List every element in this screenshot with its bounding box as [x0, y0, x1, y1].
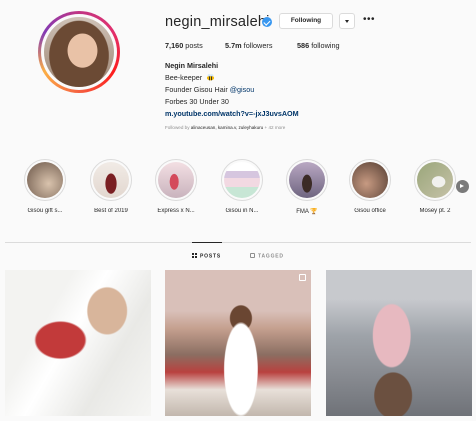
profile-avatar-ring[interactable]	[38, 11, 120, 93]
highlight-cover	[158, 162, 194, 198]
highlight-label: Gisou in N...	[225, 208, 259, 214]
more-options-icon[interactable]: •••	[363, 13, 375, 27]
stat-posts-label: posts	[185, 41, 203, 50]
profile-avatar[interactable]	[44, 17, 114, 87]
highlight-label: Mosey pt. 2	[419, 208, 451, 214]
highlight-label: Express x N...	[157, 208, 195, 214]
stat-following-count: 586	[297, 41, 310, 50]
stat-followers-label: followers	[243, 41, 273, 50]
highlight-cover-ring	[90, 159, 132, 201]
highlight-label: Gisou office	[354, 208, 386, 214]
highlight-cover-ring	[414, 159, 456, 201]
stat-posts-count: 7,160	[165, 41, 184, 50]
highlight-cover-ring	[221, 159, 263, 201]
highlight-cover	[289, 162, 325, 198]
highlight-item[interactable]: Gisou office	[345, 159, 395, 214]
suggested-dropdown-button[interactable]	[339, 13, 355, 29]
highlight-cover	[224, 162, 260, 198]
highlight-item[interactable]: FMA 🏆	[282, 159, 332, 215]
highlight-cover-ring	[349, 159, 391, 201]
highlight-label: Gisou gift s...	[27, 208, 63, 214]
bio-mention-gisou[interactable]: @gisou	[230, 85, 254, 94]
highlight-cover	[352, 162, 388, 198]
stat-following[interactable]: 586 following	[297, 41, 340, 50]
verified-badge-icon	[262, 17, 272, 27]
grid-icon	[192, 253, 197, 258]
bio-line-1: Bee-keeper	[165, 72, 299, 84]
highlight-cover-ring	[24, 159, 66, 201]
profile-username: negin_mirsalehi	[165, 14, 270, 30]
highlight-cover	[27, 162, 63, 198]
highlight-item[interactable]: Gisou gift s...	[20, 159, 70, 214]
stat-posts: 7,160 posts	[165, 41, 203, 50]
stat-followers[interactable]: 5.7m followers	[225, 41, 272, 50]
highlight-item[interactable]: Mosey pt. 2	[410, 159, 460, 214]
stat-following-label: following	[311, 41, 340, 50]
post-thumbnail[interactable]	[326, 270, 472, 416]
bio-line-2: Founder Gisou Hair @gisou	[165, 85, 255, 94]
highlight-label: FMA 🏆	[296, 209, 318, 215]
followed-by[interactable]: Followed by alinaceusan, kamina.v, zuley…	[165, 125, 285, 130]
highlight-cover	[417, 162, 453, 198]
post-thumbnail[interactable]	[165, 270, 311, 416]
highlight-cover-ring	[286, 159, 328, 201]
followed-by-names: alinaceusan, kamina.v, zuleyhakuru	[190, 125, 264, 130]
highlight-cover	[93, 162, 129, 198]
tab-tagged[interactable]: TAGGED	[250, 253, 284, 260]
tabs-divider	[5, 242, 471, 243]
tagged-icon	[250, 253, 255, 258]
highlight-item[interactable]: Best of 2019	[86, 159, 136, 214]
bee-emoji-icon	[207, 74, 215, 81]
highlight-cover-ring	[155, 159, 197, 201]
profile-full-name: Negin Mirsalehi	[165, 61, 219, 70]
active-tab-indicator	[192, 242, 222, 243]
following-button[interactable]: Following	[279, 13, 333, 29]
highlight-item[interactable]: Gisou in N...	[217, 159, 267, 214]
carousel-icon	[299, 274, 306, 281]
profile-bio: Negin Mirsalehi Bee-keeper Founder Gisou…	[165, 60, 299, 120]
post-thumbnail[interactable]	[5, 270, 151, 416]
highlight-label: Best of 2019	[94, 208, 128, 214]
bio-website-link[interactable]: m.youtube.com/watch?v=-jxJ3uvsAOM	[165, 108, 299, 120]
bio-line-3: Forbes 30 Under 30	[165, 97, 229, 106]
stat-followers-count: 5.7m	[225, 41, 242, 50]
highlights-next-arrow-icon[interactable]	[456, 180, 469, 193]
highlight-item[interactable]: Express x N...	[151, 159, 201, 214]
profile-avatar-frame	[41, 14, 117, 90]
tab-posts[interactable]: POSTS	[192, 253, 221, 260]
